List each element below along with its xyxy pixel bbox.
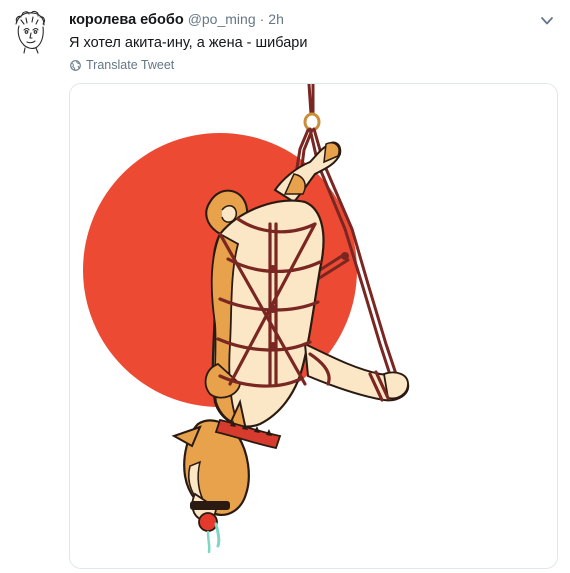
avatar[interactable]	[13, 10, 47, 54]
shibari-shiba-illustration	[83, 84, 410, 554]
user-handle[interactable]: @po_ming	[188, 11, 256, 27]
translate-tweet-label: Translate Tweet	[86, 58, 175, 72]
header-separator: ·	[259, 11, 265, 27]
tweet-media[interactable]	[69, 83, 558, 569]
translate-tweet-link[interactable]: Translate Tweet	[70, 58, 174, 72]
tweet-header: королева ебобо @po_ming · 2h	[69, 11, 284, 29]
chevron-down-icon[interactable]	[538, 14, 556, 28]
tweet-card: королева ебобо @po_ming · 2h Я хотел аки…	[0, 0, 570, 573]
display-name[interactable]: королева ебобо	[69, 12, 184, 28]
tweet-text: Я хотел акита-ину, а жена - шибари	[69, 35, 308, 51]
globe-icon	[70, 59, 81, 71]
timestamp[interactable]: 2h	[268, 11, 284, 27]
